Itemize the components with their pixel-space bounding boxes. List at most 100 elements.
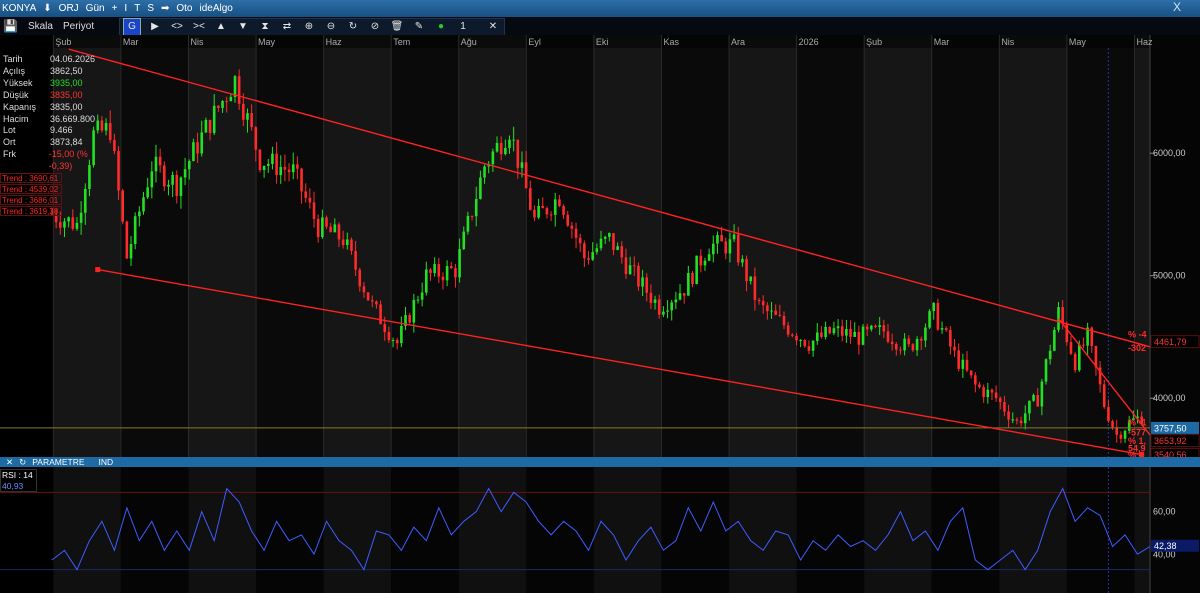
green-dot-icon[interactable]: ● xyxy=(430,19,452,35)
minus-circle-icon[interactable]: ⊖ xyxy=(320,19,342,35)
candle-body xyxy=(59,222,62,228)
info-label: Düşük xyxy=(3,89,29,100)
candle-body xyxy=(545,208,549,215)
pen-icon[interactable]: ✎ xyxy=(408,19,430,35)
plus-circle-icon[interactable]: ⊕ xyxy=(298,19,320,35)
candle-body xyxy=(657,299,661,315)
menu-item-oto[interactable]: Oto xyxy=(176,3,192,14)
menu-item-period[interactable]: Gün xyxy=(86,3,105,14)
price-chart[interactable]: Şub Mar Nis May Haz Tem Ağu Eyl Eki Kas Ara 2026 Şub… xyxy=(0,35,1200,457)
arrow-down-icon[interactable]: ▼ xyxy=(232,19,254,35)
collapse-icon[interactable]: >< xyxy=(188,19,210,35)
expand-icon[interactable]: <> xyxy=(166,19,188,35)
candle-body xyxy=(728,239,732,254)
rsi-chart[interactable]: 60,0040,0042,38 xyxy=(0,467,1200,593)
swap-icon[interactable]: ⇄ xyxy=(276,19,298,35)
candle-body xyxy=(425,269,428,293)
menu-item-symbol[interactable]: KONYA xyxy=(2,3,36,14)
candle-body xyxy=(1073,353,1077,371)
arrow-right-icon[interactable]: ➡ xyxy=(161,3,169,14)
candle-body xyxy=(537,205,540,218)
candle-body xyxy=(870,325,873,330)
candle-body xyxy=(337,224,341,240)
scale-button[interactable]: Skala xyxy=(28,21,53,32)
candle-body xyxy=(761,301,765,306)
menu-item-plus[interactable]: + xyxy=(112,3,118,14)
refresh-icon[interactable]: ↻ xyxy=(342,19,364,35)
x-axis-strip xyxy=(0,35,1150,48)
candle-body xyxy=(67,217,70,222)
tool-close-button[interactable]: ✕ xyxy=(482,19,504,35)
candle-body xyxy=(117,151,120,191)
candle-body xyxy=(433,264,436,274)
trend-label: Trend : 4539,02 xyxy=(0,184,62,194)
candle-body xyxy=(212,105,216,133)
candle-body xyxy=(362,286,366,293)
candle-body xyxy=(682,293,686,296)
download-icon[interactable]: ⬇ xyxy=(43,3,51,14)
candle-body xyxy=(720,234,723,242)
parametre-button[interactable]: PARAMETRE xyxy=(32,457,84,467)
candle-body xyxy=(266,163,270,166)
x-tick-label: Eyl xyxy=(528,37,541,47)
trash-icon[interactable]: 🗑 xyxy=(386,19,408,35)
candle-body xyxy=(183,169,187,178)
candle-body xyxy=(250,113,253,128)
period-button[interactable]: Periyot xyxy=(63,21,94,32)
info-value: 3873,84 xyxy=(50,137,83,148)
tool-g-button[interactable]: G xyxy=(123,18,141,36)
x-tick-label: 2026 xyxy=(799,37,819,47)
candle-body xyxy=(1032,395,1035,401)
candle-body xyxy=(271,153,274,164)
no-icon[interactable]: ⊘ xyxy=(364,19,386,35)
candle-body xyxy=(1048,350,1052,360)
candle-body xyxy=(741,259,744,263)
menu-item-i[interactable]: I xyxy=(124,3,127,14)
menu-item-s[interactable]: S xyxy=(147,3,154,14)
candle-body xyxy=(791,334,794,336)
candle-body xyxy=(1053,329,1056,351)
rsi-month-band xyxy=(796,467,865,593)
refresh-icon[interactable]: ↻ xyxy=(19,457,26,468)
candle-body xyxy=(845,329,848,336)
candle-body xyxy=(375,301,378,305)
close-icon[interactable]: ✕ xyxy=(6,457,13,468)
info-value: 3835,00 xyxy=(50,101,83,112)
candle-body xyxy=(974,375,977,385)
hourglass-icon[interactable]: ⧗ xyxy=(254,19,276,35)
menu-item-t[interactable]: T xyxy=(134,3,140,14)
candle-body xyxy=(583,243,586,259)
candle-body xyxy=(462,231,466,250)
candle-body xyxy=(994,392,998,399)
candle-body xyxy=(766,305,769,312)
rsi-month-band xyxy=(593,467,662,593)
info-value: 36.669.800 xyxy=(50,113,96,124)
candle-body xyxy=(308,197,312,203)
save-icon[interactable]: 💾 xyxy=(3,19,18,33)
ind-button[interactable]: IND xyxy=(99,457,114,467)
y-tick-label: 5000,00 xyxy=(1153,271,1186,281)
info-value: 3835,00 xyxy=(50,89,83,100)
menu-item-idealgo[interactable]: ideAlgo xyxy=(200,3,233,14)
candle-body xyxy=(466,215,470,232)
rsi-value: 40,93 xyxy=(2,481,24,491)
candle-body xyxy=(624,257,628,275)
chart-toolbar: 💾 Skala Periyot G ▶ <> >< ▲ ▼ ⧗ ⇄ ⊕ ⊖ ↻ … xyxy=(0,17,1200,36)
month-band xyxy=(391,35,459,457)
candle-body xyxy=(578,237,582,244)
candle-body xyxy=(749,276,753,282)
window-close-button[interactable]: X xyxy=(1173,0,1181,14)
candle-body xyxy=(608,233,611,237)
arrow-up-icon[interactable]: ▲ xyxy=(210,19,232,35)
play-icon[interactable]: ▶ xyxy=(144,19,166,35)
candle-body xyxy=(1040,381,1044,407)
menu-item-orj[interactable]: ORJ xyxy=(59,3,79,14)
candle-body xyxy=(711,243,715,255)
candle-body xyxy=(304,191,308,198)
info-label: Tarih xyxy=(3,54,23,64)
candle-body xyxy=(179,177,183,197)
candle-body xyxy=(894,344,898,350)
candle-body xyxy=(329,226,332,233)
candle-body xyxy=(724,241,728,254)
candle-body xyxy=(820,332,823,337)
